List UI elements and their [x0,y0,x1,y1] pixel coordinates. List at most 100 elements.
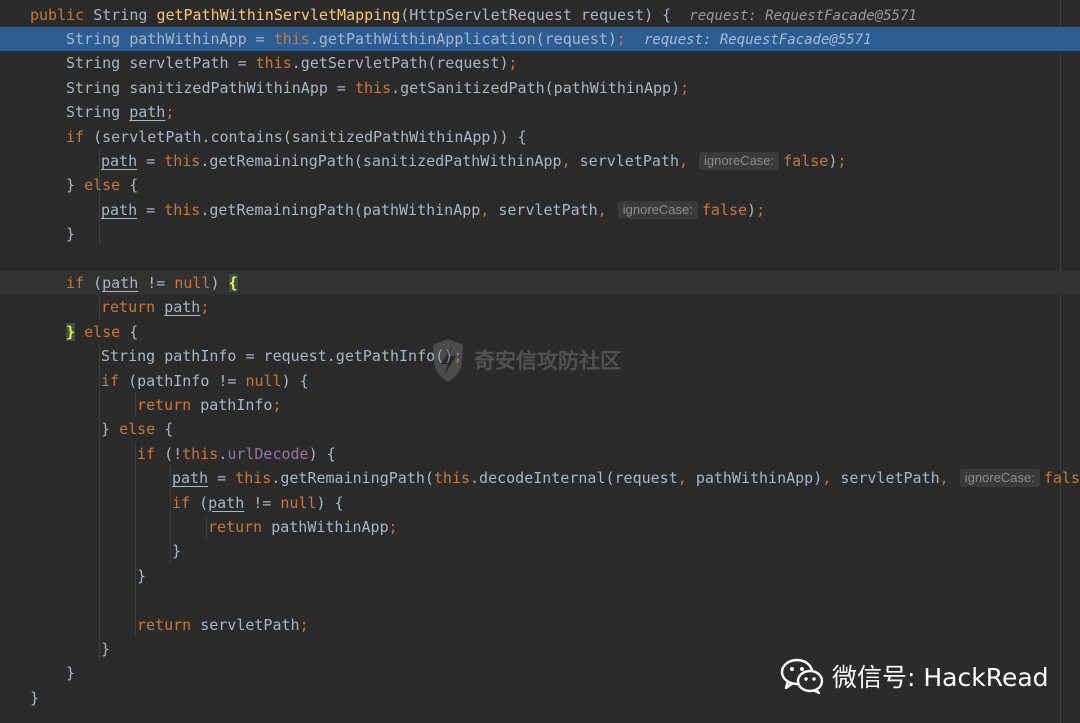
code-line[interactable]: path = this.getRemainingPath(this.decode… [0,466,1080,490]
matched-brace: } [66,322,76,341]
code-token: { [164,420,174,439]
code-text: } else { [66,320,138,344]
keyword-token: , [480,200,499,219]
keyword-token: else [119,420,165,439]
code-token: (pathInfo != [128,371,246,390]
variable-token: path [129,103,166,122]
code-line[interactable]: } else { [0,173,1080,197]
keyword-token: ; [200,298,210,317]
matched-brace: { [228,273,238,292]
code-token: ) [828,151,838,170]
inline-debug-value: request: RequestFacade@5571 [643,31,872,48]
code-line[interactable]: } [0,222,1080,246]
code-line[interactable] [0,247,1080,271]
code-token: String [66,103,130,122]
variable-token: path [172,469,209,488]
code-token: } [66,225,76,244]
code-line[interactable]: return pathInfo; [0,393,1080,417]
code-line[interactable]: return path; [0,295,1080,319]
code-text: } [66,222,75,246]
keyword-token: public [30,5,94,24]
code-token: } [172,542,182,561]
keyword-token: null [280,493,317,512]
keyword-token: this [164,200,201,219]
variable-token: path [208,493,245,512]
code-token: pathWithinApp [271,517,389,536]
code-text: if (servletPath.contains(sanitizedPathWi… [66,125,527,149]
code-token: (HttpServletRequest request) { [400,5,690,24]
code-token: .getRemainingPath(pathWithinApp [200,200,481,219]
code-line[interactable]: return servletPath; [0,613,1080,637]
code-token: } [66,176,85,195]
code-token: = [137,151,165,170]
keyword-token: ; [756,200,766,219]
code-line[interactable]: path = this.getRemainingPath(sanitizedPa… [0,149,1080,173]
code-text: } [172,539,181,563]
keyword-token: , [939,469,958,488]
code-line[interactable]: return pathWithinApp; [0,515,1080,539]
watermark-text: 奇安信攻防社区 [474,349,621,373]
code-text: if (path != null) { [172,491,344,515]
code-token: ) { [281,371,309,390]
keyword-token: false [701,200,748,219]
code-line[interactable]: String path; [0,100,1080,124]
code-text: return pathWithinApp; [208,515,398,539]
code-token: String sanitizedPathWithinApp = [66,78,355,97]
keyword-token: if [66,273,94,292]
variable-token: path [101,151,138,170]
code-line[interactable]: path = this.getRemainingPath(pathWithinA… [0,198,1080,222]
code-line[interactable]: } else { [0,417,1080,441]
code-line[interactable]: String sanitizedPathWithinApp = this.get… [0,76,1080,100]
keyword-token: null [245,371,282,390]
code-line[interactable]: } [0,564,1080,588]
code-line[interactable]: String servletPath = this.getServletPath… [0,51,1080,75]
keyword-token: this [164,151,201,170]
code-token: { [129,322,139,341]
code-token: } [101,639,111,658]
code-line[interactable]: public String getPathWithinServletMappin… [0,3,1080,27]
code-token: ( [199,493,209,512]
code-token: ) [210,273,229,292]
code-token: pathWithinApp) [695,469,823,488]
code-token: servletPath [498,200,598,219]
keyword-token: , [822,469,841,488]
keyword-token: this [354,78,392,97]
code-line[interactable]: if (!this.urlDecode) { [0,442,1080,466]
keyword-token: else [84,322,130,341]
wechat-icon [780,658,824,694]
keyword-token: , [561,151,580,170]
code-token: .getPathWithinApplication(request) [309,29,617,48]
keyword-token: , [597,200,616,219]
code-line[interactable]: } [0,539,1080,563]
code-line[interactable]: if (path != null) { [0,270,1080,296]
code-line[interactable] [0,588,1080,612]
keyword-token: false [783,151,829,170]
code-token: String servletPath = [66,54,256,73]
code-text: path = this.getRemainingPath(this.decode… [172,466,1080,490]
code-text: String path; [66,100,174,124]
field-token: urlDecode [227,444,309,463]
variable-token: path [164,298,201,317]
variable-token: path [101,200,138,219]
keyword-token: , [678,151,698,170]
code-text: } else { [66,173,138,197]
keyword-token: return [137,615,201,634]
code-text: return path; [101,295,209,319]
keyword-token: return [101,298,165,317]
code-token: (! [164,444,183,463]
code-token: } [101,420,120,439]
code-token: .getRemainingPath(sanitizedPathWithinApp [200,151,562,170]
keyword-token: ; [299,615,309,634]
code-text: path = this.getRemainingPath(pathWithinA… [101,198,765,222]
code-line[interactable]: String pathWithinApp = this.getPathWithi… [0,26,1080,52]
keyword-token: , [677,469,696,488]
code-text: String sanitizedPathWithinApp = this.get… [66,76,689,100]
keyword-token: ; [616,29,626,48]
code-text: } [137,564,146,588]
code-token: servletPath [840,469,940,488]
code-token: . [218,444,228,463]
code-line[interactable]: if (servletPath.contains(sanitizedPathWi… [0,125,1080,149]
code-line[interactable]: if (path != null) { [0,491,1080,515]
